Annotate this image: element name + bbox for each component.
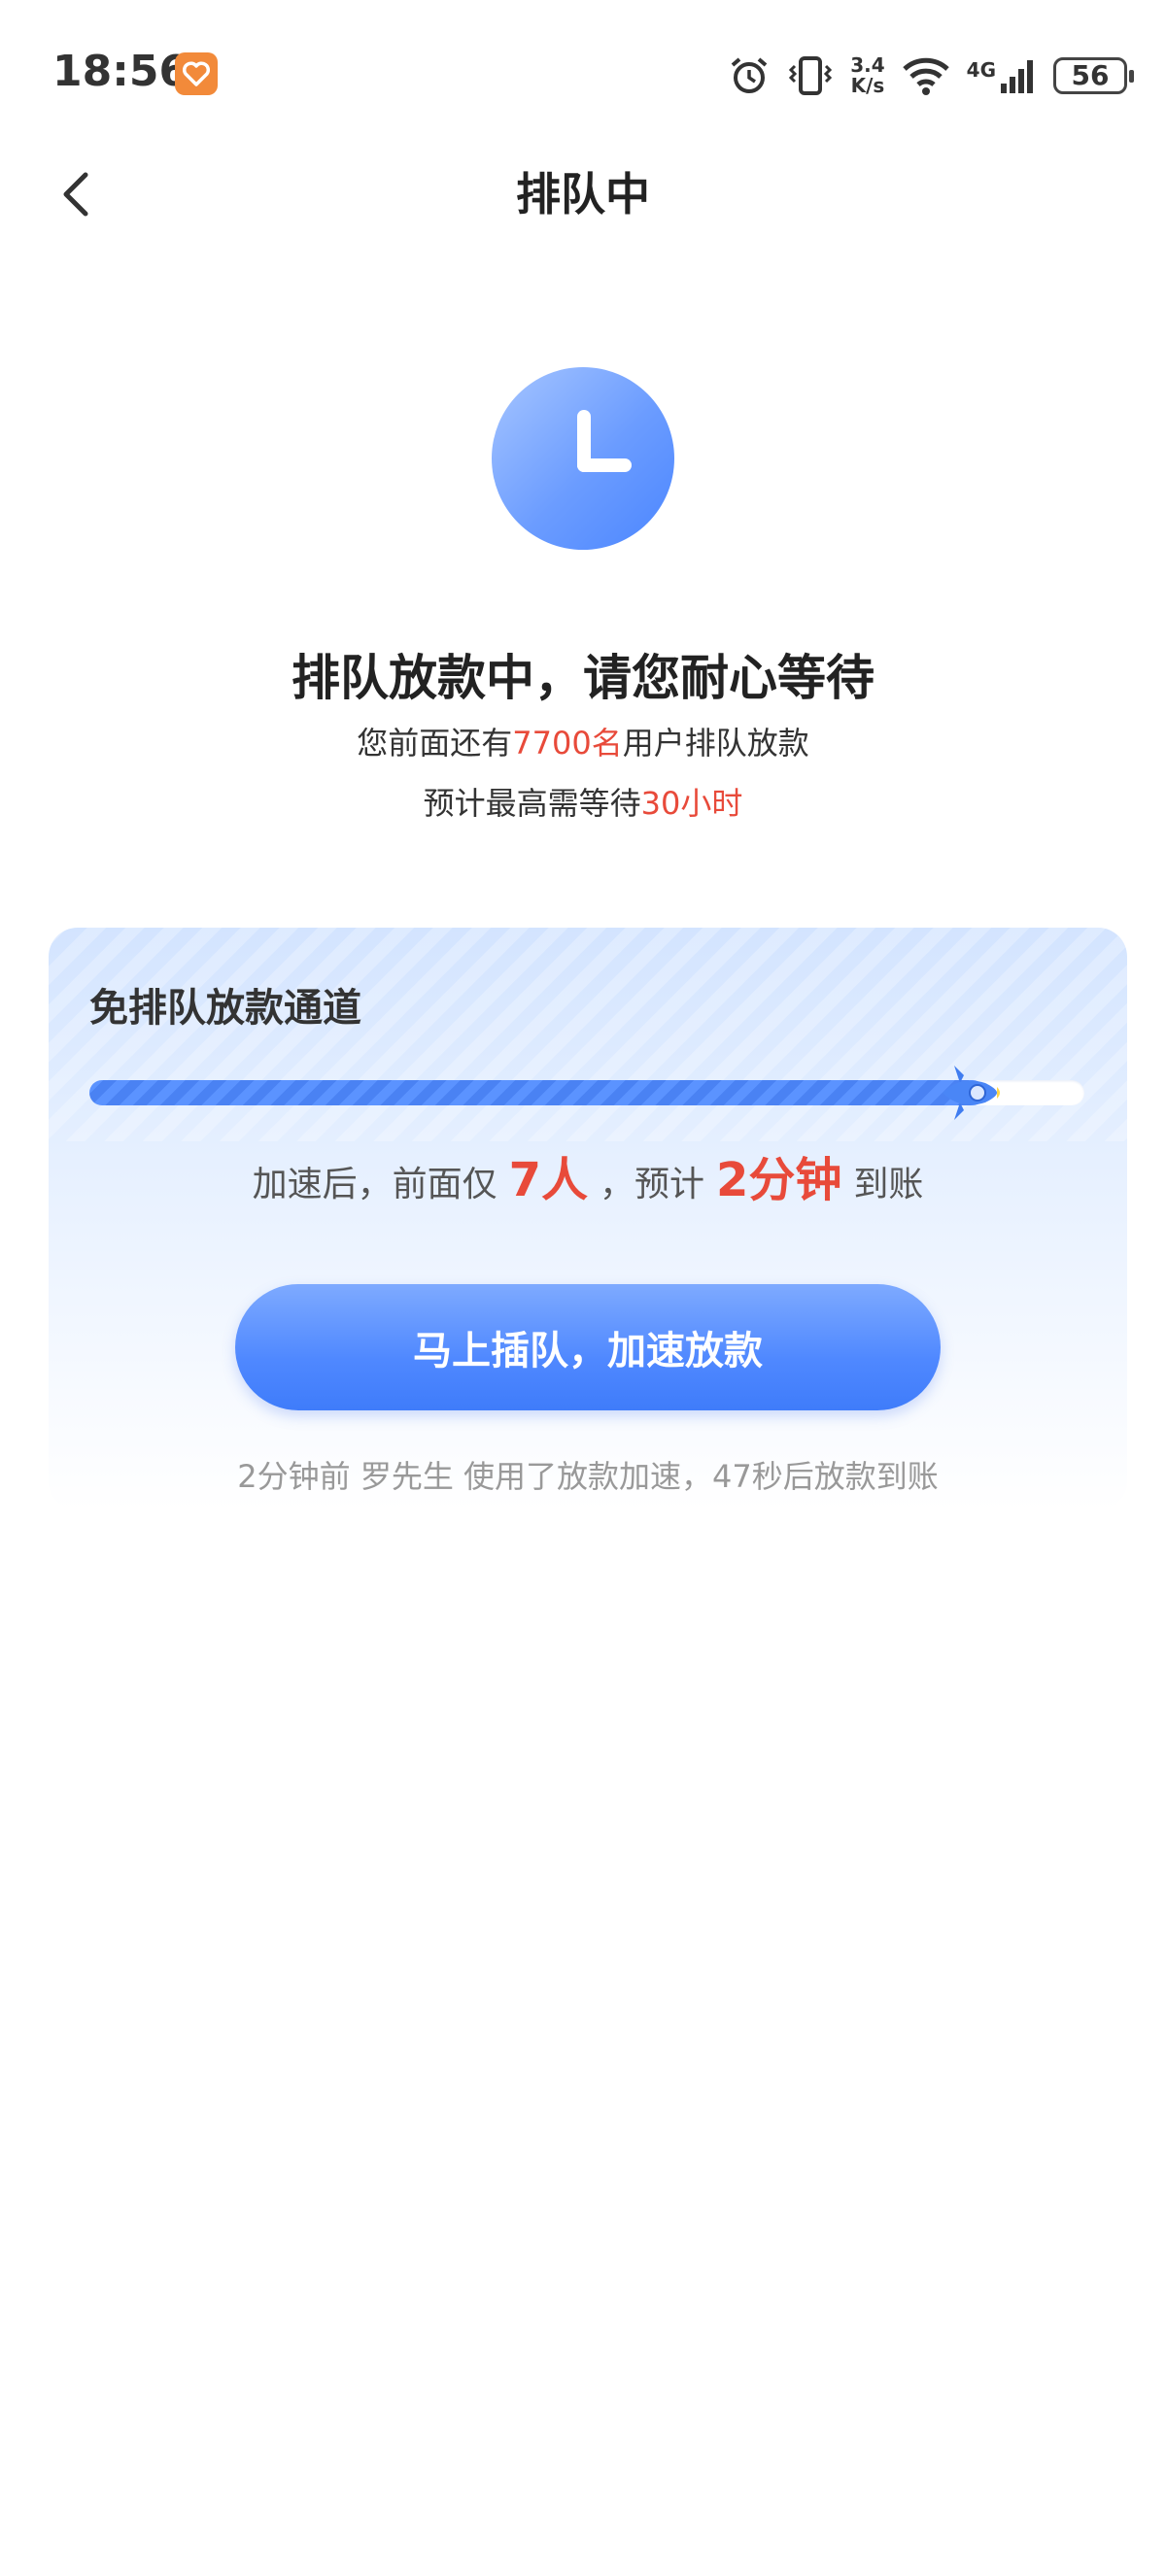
- alarm-icon: [731, 57, 768, 93]
- accel-people: 7人: [508, 1153, 588, 1207]
- nav-bar: 排队中: [0, 146, 1166, 243]
- queue-wait-time: 30小时: [640, 785, 743, 822]
- fast-lane-card: 免排队放款通道 加速后，前面仅 7人 ，预计 2分钟 到账 马上插队，加速放款 2分钟前…: [49, 928, 1127, 1510]
- vibrate-icon: [789, 56, 833, 95]
- signal-icon: 4G: [967, 56, 1038, 95]
- clock-icon: [492, 367, 674, 550]
- status-bar: 18:56 3.4 K/s 4G 56: [0, 0, 1166, 146]
- activity-ticker: 2分钟前 罗先生 使用了放款加速，47秒后放款到账: [237, 1458, 939, 1495]
- rocket-icon: [942, 1066, 1000, 1120]
- queue-ahead-count: 7700名: [512, 725, 623, 762]
- app-notification-icon: [175, 52, 218, 95]
- battery-icon: 56: [1053, 57, 1134, 94]
- progress-fill: [89, 1080, 985, 1105]
- status-time: 18:56: [52, 47, 189, 96]
- status-icons: 3.4 K/s 4G 56: [728, 49, 1134, 103]
- page-title: 排队中: [516, 168, 650, 220]
- accel-time: 2分钟: [716, 1153, 842, 1207]
- wifi-icon: [902, 57, 949, 95]
- accel-text: 加速后，前面仅 7人 ，预计 2分钟 到账: [252, 1153, 924, 1207]
- queue-ahead-text: 您前面还有7700名用户排队放款: [357, 725, 809, 762]
- queue-wait-text: 预计最高需等待30小时: [423, 785, 743, 822]
- fast-lane-title: 免排队放款通道: [89, 986, 361, 1031]
- jump-queue-button[interactable]: 马上插队，加速放款: [235, 1284, 941, 1410]
- queue-headline: 排队放款中，请您耐心等待: [292, 650, 874, 706]
- network-speed: 3.4 K/s: [850, 53, 885, 97]
